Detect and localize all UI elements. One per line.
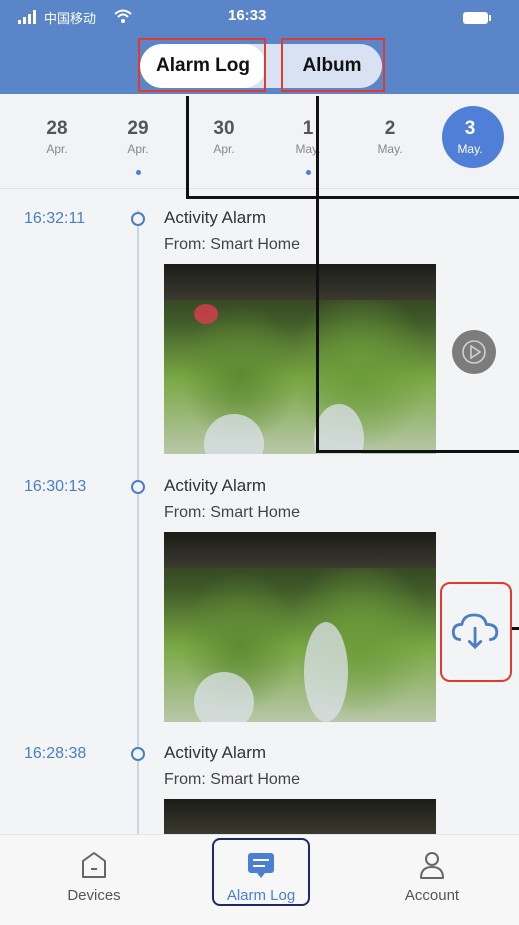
date-month: Apr. <box>127 142 149 156</box>
thumbnail-dark-band <box>164 799 436 834</box>
header: 中国移动 16:33 Alarm Log Album <box>0 0 519 94</box>
date-day: 3 <box>464 118 476 139</box>
event-indicator-dot <box>136 170 141 175</box>
nav-account[interactable]: Account <box>372 835 492 925</box>
annotation-line <box>512 627 519 630</box>
timeline-node <box>131 747 145 761</box>
nav-alarm-log-highlight <box>212 838 310 906</box>
date-month: May. <box>377 142 403 156</box>
date-day: 28 <box>46 118 68 139</box>
date-day: 30 <box>213 118 235 139</box>
thumbnail-blob <box>194 672 254 722</box>
thumbnail-blob <box>304 622 348 722</box>
annotation-line <box>186 196 519 199</box>
wifi-icon <box>114 9 132 23</box>
play-icon <box>462 340 486 364</box>
thumbnail-dark-band <box>164 264 436 300</box>
date-day: 29 <box>127 118 149 139</box>
cloud-download-icon <box>451 613 499 650</box>
date-item[interactable]: 2 May. <box>360 104 420 184</box>
thumbnail-dark-band <box>164 532 436 568</box>
date-month: May. <box>295 142 321 156</box>
date-month: Apr. <box>46 142 68 156</box>
account-icon <box>420 852 444 879</box>
thumbnail-blob <box>314 404 364 454</box>
signal-icon <box>18 10 36 24</box>
nav-label: Devices <box>67 887 121 904</box>
date-month: May. <box>457 142 483 156</box>
thumbnail-blob <box>204 414 264 454</box>
tab-album-highlight <box>281 38 385 92</box>
thumbnail-blob <box>194 304 218 324</box>
event-time: 16:28:38 <box>24 745 87 762</box>
event-indicator-dot <box>306 170 311 175</box>
event-source: From: Smart Home <box>164 504 301 521</box>
status-bar: 中国移动 16:33 <box>0 0 519 32</box>
annotation-line <box>316 96 319 452</box>
event-thumbnail[interactable] <box>164 532 436 722</box>
date-item[interactable]: 28 Apr. <box>27 104 87 184</box>
event-thumbnail[interactable] <box>164 264 436 454</box>
event-source: From: Smart Home <box>164 236 301 253</box>
timeline-node <box>131 480 145 494</box>
date-item[interactable]: 29 Apr. <box>108 104 168 184</box>
date-strip: 28 Apr. 29 Apr. 30 Apr. 1 May. 2 May. 3 … <box>0 94 519 189</box>
tab-alarm-log-highlight <box>138 38 266 92</box>
date-item[interactable]: 1 May. <box>278 104 338 184</box>
annotation-line <box>316 450 519 453</box>
event-time: 16:30:13 <box>24 478 87 495</box>
event-thumbnail[interactable] <box>164 799 436 834</box>
annotation-line <box>186 96 189 196</box>
event-source: From: Smart Home <box>164 771 301 788</box>
date-item[interactable]: 30 Apr. <box>194 104 254 184</box>
timeline-node <box>131 212 145 226</box>
date-item-selected[interactable]: 3 May. <box>440 104 504 184</box>
date-month: Apr. <box>213 142 235 156</box>
carrier-name: 中国移动 <box>44 11 97 26</box>
event-title: Activity Alarm <box>164 743 267 762</box>
devices-icon <box>82 852 106 878</box>
date-day: 2 <box>384 118 396 139</box>
cloud-download-button[interactable] <box>440 582 512 682</box>
nav-devices[interactable]: Devices <box>34 835 154 925</box>
event-title: Activity Alarm <box>164 208 267 227</box>
event-time: 16:32:11 <box>24 210 86 227</box>
timeline-line <box>137 210 139 840</box>
nav-label: Account <box>404 887 460 904</box>
event-title: Activity Alarm <box>164 476 267 495</box>
battery-icon <box>463 12 491 24</box>
date-day: 1 <box>302 118 314 139</box>
play-button[interactable] <box>452 330 496 374</box>
status-time: 16:33 <box>228 7 267 24</box>
